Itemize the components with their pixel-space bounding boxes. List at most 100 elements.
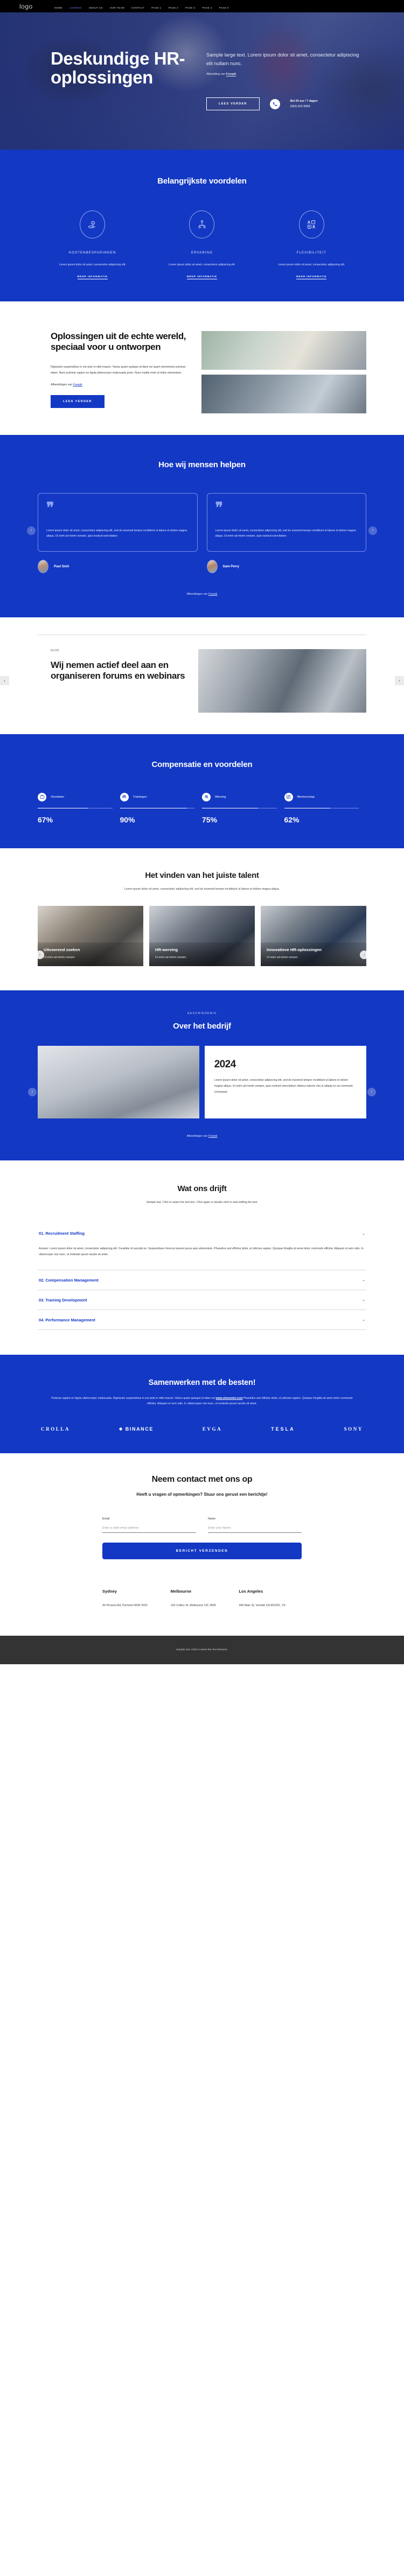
chevron-down-icon[interactable]: ⌄ (362, 1298, 365, 1302)
talent-section: Het vinden van het juiste talent Lorem i… (0, 848, 404, 991)
nav-item-our-team[interactable]: OUR TEAM (110, 6, 124, 9)
hero-credit-link[interactable]: Freepik (226, 73, 236, 77)
talent-card[interactable]: Uitvoerend zoeken Ut enim ad minim venia… (38, 906, 143, 967)
accordion-title: Wat ons drijft (177, 1184, 227, 1194)
stat-item-werving: Werving 75% (202, 792, 284, 824)
stat-value: 67% (38, 815, 53, 824)
hero-subtitle: Sample large text. Lorem ipsum dolor sit… (206, 52, 359, 67)
nav-item-contact[interactable]: CONTACT (131, 6, 144, 9)
partners-link[interactable]: www.elementor.com (215, 1397, 242, 1400)
benefit-more-link[interactable]: MEER INFORMATIE (186, 275, 218, 280)
talent-title: Het vinden van het juiste talent (145, 870, 259, 880)
benefits-title: Belangrijkste voordelen (157, 177, 247, 186)
partners-title: Samenwerken met de besten! (148, 1378, 256, 1387)
chevron-left-icon[interactable]: ‹ (28, 1087, 37, 1096)
chevron-down-icon[interactable]: ⌄ (362, 1231, 365, 1236)
quote-icon: ❞ (46, 499, 54, 516)
hero-read-more-button[interactable]: LEES VERDER (206, 97, 260, 111)
name-field[interactable] (208, 1520, 302, 1533)
send-message-button[interactable]: BERICHT VERZENDEN (102, 1542, 302, 1559)
about-image (38, 1046, 199, 1119)
accordion-header[interactable]: 04. Performance Management ⌄ (38, 1310, 366, 1329)
benefit-card-experience: ERVARING Lorem ipsum dolor sit amet, con… (147, 210, 256, 280)
chevron-right-icon[interactable]: › (360, 951, 368, 960)
solutions-image-credit: Afbeeldingen van Freepik (51, 383, 191, 386)
phone-icon (269, 98, 280, 109)
chevron-left-icon[interactable]: ‹ (0, 675, 9, 685)
top-navigation[interactable]: logo HOME LANDING ABOUT US OUR TEAM CONT… (0, 0, 404, 12)
hero-title: Deskundige HR-oplossingen (51, 48, 185, 87)
talent-card-title: Uitvoerend zoeken (44, 947, 80, 953)
stat-item-voordelen: Voordelen 67% (38, 792, 120, 824)
chevron-right-icon[interactable]: › (368, 526, 377, 535)
partner-logo-evga[interactable]: EVGA (203, 1426, 222, 1432)
talent-card-title: HR-werving (155, 947, 178, 953)
nav-item-page-3[interactable]: PAGE 3 (185, 6, 195, 9)
office-address: 45 Pirrama Rd, Pyrmont NSW 2022 (102, 1603, 148, 1607)
stat-item-mentorschap: Mentorschap 62% (284, 792, 367, 824)
partner-logo-crolla[interactable]: CROLLA (41, 1426, 70, 1432)
chevron-right-icon[interactable]: › (367, 1087, 376, 1096)
contact-subtitle: Heeft u vragen of opmerkingen? Stuur ons… (136, 1491, 268, 1497)
accordion-question: 04. Performance Management (39, 1317, 95, 1322)
testimonial-author: Paul Smit (38, 560, 198, 574)
accordion-item: 01. Recruitment Staffing ⌄ Answer. Lorem… (38, 1223, 366, 1270)
talent-card-title: Innovatieve HR-oplossingen (267, 947, 322, 953)
accordion-header[interactable]: 03. Training Development ⌄ (38, 1290, 366, 1310)
solutions-paragraph: Dignissim suspendisse in est ante in nib… (51, 365, 186, 375)
talent-card[interactable]: Innovatieve HR-oplossingen Ut enim ad mi… (261, 906, 366, 967)
testimonial-card: ❞ Lorem ipsum dolor sit amet, consectetu… (206, 493, 366, 552)
partner-logo-binance[interactable]: ◈ BINANCE (119, 1426, 154, 1432)
partner-logo-label: BINANCE (125, 1426, 154, 1432)
avatar (206, 560, 218, 574)
about-credit-prefix: Afbeeldingen van (186, 1135, 208, 1138)
chevron-left-icon[interactable]: ‹ (27, 526, 36, 535)
compensation-title: Compensatie en voordelen (151, 759, 253, 769)
chevron-down-icon[interactable]: ⌄ (362, 1318, 365, 1322)
nav-item-about-us[interactable]: ABOUT US (89, 6, 103, 9)
accordion-question: 03. Training Development (39, 1297, 87, 1303)
testimonial-text: Lorem ipsum dolor sit amet, consectetur … (46, 529, 187, 538)
about-credit-link[interactable]: Freepik (208, 1135, 218, 1138)
benefit-more-link[interactable]: MEER INFORMATIE (296, 275, 327, 280)
partner-logo-sony[interactable]: SONY (344, 1426, 363, 1432)
nav-item-page-5[interactable]: PAGE 5 (219, 6, 229, 9)
phone-label: Bel 24 uur / 7 dagen (290, 99, 318, 103)
phone-number[interactable]: (352) 622-9969 (290, 104, 318, 109)
chevron-right-icon[interactable]: › (395, 675, 404, 685)
solutions-image-top (201, 331, 366, 370)
solutions-credit-link[interactable]: Freepik (73, 383, 82, 386)
email-field[interactable] (102, 1520, 196, 1533)
benefits-section: Belangrijkste voordelen $ KOSTENBESPARIN… (0, 150, 404, 302)
testimonial-text: Lorem ipsum dolor sit amet, consectetur … (215, 529, 356, 538)
testimonials-credit-link[interactable]: Freepik (208, 593, 218, 596)
chevron-down-icon[interactable]: ⌄ (362, 1278, 365, 1282)
stat-label: Voordelen (51, 795, 65, 799)
accordion-header[interactable]: 02. Compensation Management ⌄ (38, 1270, 366, 1290)
solutions-read-more-button[interactable]: LEES VERDER (51, 395, 105, 408)
nav-item-home[interactable]: HOME (54, 6, 62, 9)
talent-card[interactable]: HR-werving Ut enim ad minim veniam (149, 906, 255, 967)
about-eyebrow: GESCHIEDENIS (187, 1012, 217, 1016)
office-address: 163 Collins St, Melbourne VIC 3000 (170, 1603, 216, 1607)
hero-image-credit: Afbeelding van Freepik (206, 73, 366, 77)
group-icon (120, 792, 129, 801)
accordion-subtitle: Sample text. Click to select the text bo… (146, 1201, 258, 1205)
accordion-header[interactable]: 01. Recruitment Staffing ⌄ (38, 1223, 366, 1243)
svg-text:?: ? (313, 221, 315, 223)
nav-item-page-1[interactable]: PAGE 1 (151, 6, 161, 9)
talent-card-subtitle: Ut enim ad minim veniam (267, 956, 298, 960)
benefit-card-flexibility: ? FLEXIBILITEIT Lorem ipsum dolor sit am… (257, 210, 366, 280)
forums-heading: Wij nemen actief deel aan en organiseren… (51, 659, 185, 681)
site-logo[interactable]: logo (19, 3, 33, 10)
org-chart-icon (189, 210, 215, 238)
testimonial-card: ❞ Lorem ipsum dolor sit amet, consectetu… (38, 493, 198, 552)
partner-logo-tesla[interactable]: TESLA (271, 1426, 295, 1432)
accordion-section: Wat ons drijft Sample text. Click to sel… (0, 1160, 404, 1354)
hand-coin-icon: $ (80, 210, 106, 238)
partners-paragraph-1: Pulvinar sapien en ligula ullamcorper ma… (51, 1396, 216, 1400)
nav-item-page-2[interactable]: PAGE 2 (169, 6, 178, 9)
nav-item-landing[interactable]: LANDING (69, 6, 82, 9)
nav-item-page-4[interactable]: PAGE 4 (202, 6, 212, 9)
benefit-more-link[interactable]: MEER INFORMATIE (77, 275, 108, 280)
